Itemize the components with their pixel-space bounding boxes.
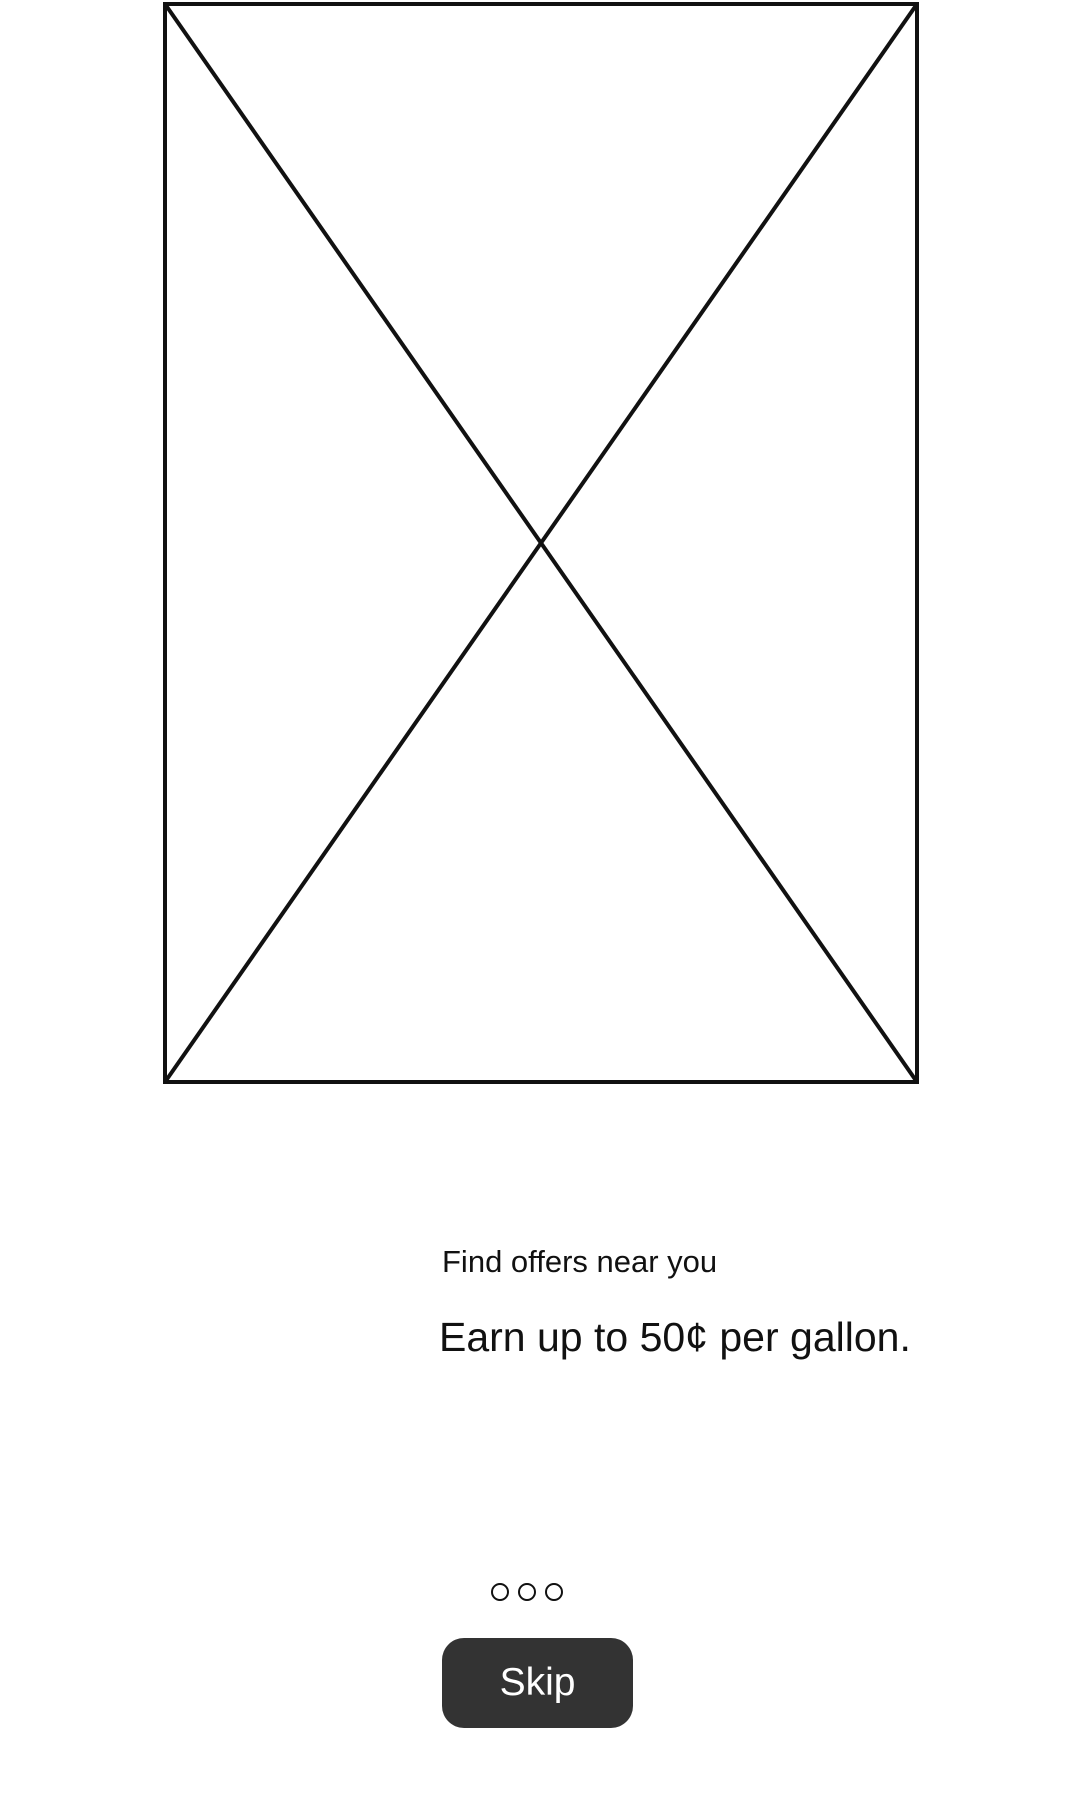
page-dot-2[interactable]	[518, 1583, 536, 1601]
page-indicator	[491, 1583, 563, 1601]
page-dot-1[interactable]	[491, 1583, 509, 1601]
placeholder-cross-icon	[163, 2, 919, 1084]
onboarding-headline: Earn up to 50¢ per gallon.	[439, 1314, 911, 1360]
onboarding-subtitle: Find offers near you	[442, 1244, 718, 1279]
skip-button[interactable]: Skip	[442, 1638, 633, 1728]
image-placeholder	[163, 2, 919, 1084]
page-dot-3[interactable]	[545, 1583, 563, 1601]
